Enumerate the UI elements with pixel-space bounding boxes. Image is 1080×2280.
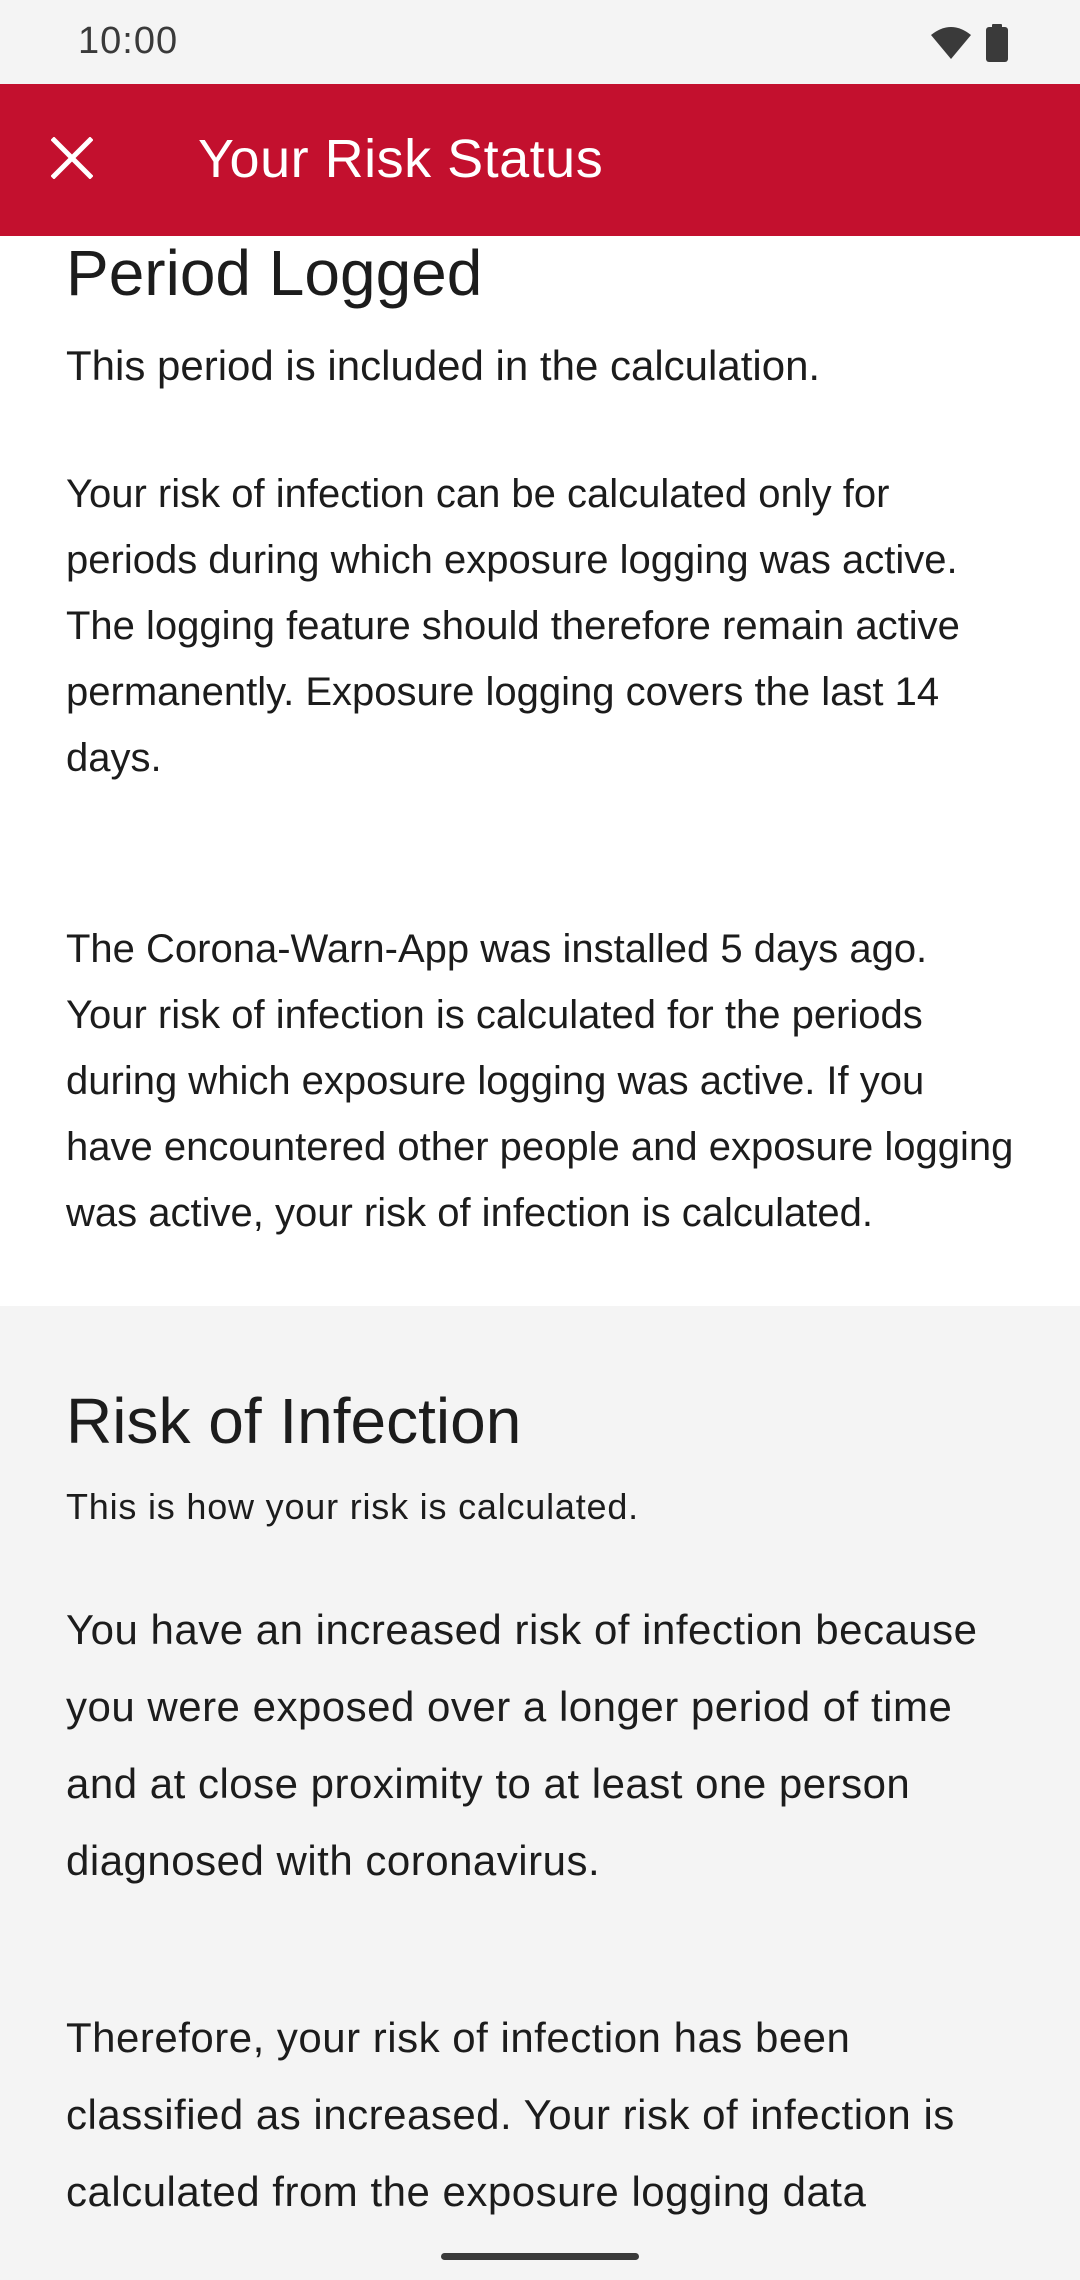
period-heading: Period Logged bbox=[66, 237, 483, 309]
app-bar: Your Risk Status bbox=[0, 84, 1080, 236]
status-bar: 10:00 bbox=[0, 0, 1080, 84]
risk-heading: Risk of Infection bbox=[66, 1385, 522, 1457]
status-time: 10:00 bbox=[78, 20, 179, 62]
status-icons bbox=[930, 24, 1008, 67]
period-paragraph-2: The Corona-Warn-App was installed 5 days… bbox=[66, 927, 1014, 1235]
risk-paragraph-2: Therefore, your risk of infection has be… bbox=[66, 2014, 955, 2215]
battery-icon bbox=[986, 24, 1008, 67]
period-subtitle: This period is included in the calculati… bbox=[66, 342, 821, 389]
screen: 10:00 Your Risk Status Period Logged Thi… bbox=[0, 0, 1080, 2232]
page-title: Your Risk Status bbox=[198, 129, 604, 189]
risk-paragraph-1: You have an increased risk of infection … bbox=[66, 1606, 978, 1884]
gesture-nav-handle[interactable] bbox=[441, 2253, 639, 2260]
risk-of-infection-section: Risk of Infection This is how your risk … bbox=[0, 1306, 1080, 2232]
period-logged-section: Period Logged This period is included in… bbox=[0, 236, 1080, 1306]
close-icon bbox=[50, 135, 94, 184]
risk-subtitle: This is how your risk is calculated. bbox=[66, 1486, 639, 1527]
wifi-icon bbox=[930, 26, 972, 65]
period-paragraph-1: Your risk of infection can be calculated… bbox=[66, 472, 960, 780]
close-button[interactable] bbox=[36, 124, 108, 196]
